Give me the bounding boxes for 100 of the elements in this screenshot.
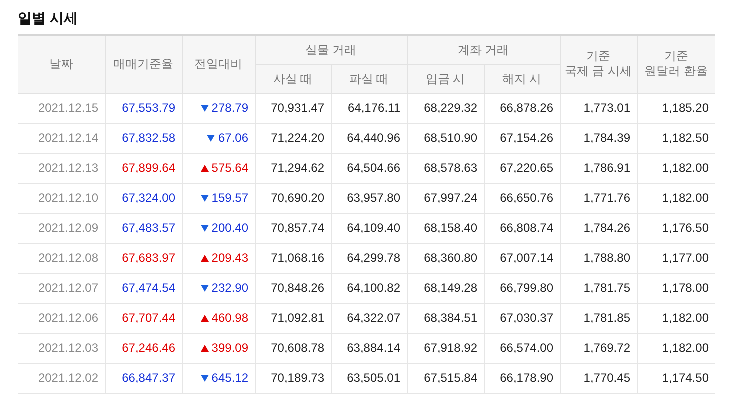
price-cell: 70,848.26 [255, 273, 331, 303]
price-cell: 1,176.50 [637, 213, 715, 243]
date-cell: 2021.12.10 [18, 183, 105, 213]
column-header: 날짜 [18, 35, 105, 93]
price-cell: 70,608.78 [255, 333, 331, 363]
price-cell: 1,784.26 [560, 213, 637, 243]
column-header: 전일대비 [182, 35, 255, 93]
price-cell: 1,769.72 [560, 333, 637, 363]
up-triangle-icon [200, 164, 209, 172]
price-cell: 1,174.50 [637, 363, 715, 393]
date-cell: 2021.12.13 [18, 153, 105, 183]
change-value: 460.98 [212, 310, 248, 328]
change-value: 67.06 [218, 130, 248, 148]
change-value: 209.43 [212, 250, 248, 268]
price-cell: 68,158.40 [407, 213, 484, 243]
price-cell: 1,182.50 [637, 123, 715, 153]
price-cell: 1,182.00 [637, 153, 715, 183]
price-cell: 63,505.01 [331, 363, 407, 393]
rate-cell: 67,832.58 [105, 123, 182, 153]
price-cell: 1,771.76 [560, 183, 637, 213]
price-cell: 68,149.28 [407, 273, 484, 303]
price-cell: 1,182.00 [637, 333, 715, 363]
rate-cell: 67,683.97 [105, 243, 182, 273]
rate-cell: 67,899.64 [105, 153, 182, 183]
up-triangle-icon [200, 344, 209, 352]
price-cell: 67,030.37 [484, 303, 560, 333]
down-triangle-icon [200, 284, 209, 292]
price-cell: 1,781.85 [560, 303, 637, 333]
date-cell: 2021.12.15 [18, 93, 105, 123]
price-cell: 64,176.11 [331, 93, 407, 123]
price-cell: 71,294.62 [255, 153, 331, 183]
price-cell: 67,918.92 [407, 333, 484, 363]
change-value: 232.90 [212, 280, 248, 298]
price-cell: 1,770.45 [560, 363, 637, 393]
price-cell: 67,997.24 [407, 183, 484, 213]
column-header: 파실 때 [331, 64, 407, 93]
rate-cell: 67,324.00 [105, 183, 182, 213]
price-cell: 64,109.40 [331, 213, 407, 243]
change-value: 645.12 [212, 370, 248, 388]
date-cell: 2021.12.03 [18, 333, 105, 363]
price-cell: 1,784.39 [560, 123, 637, 153]
price-cell: 63,957.80 [331, 183, 407, 213]
date-cell: 2021.12.14 [18, 123, 105, 153]
price-cell: 70,690.20 [255, 183, 331, 213]
price-cell: 66,878.26 [484, 93, 560, 123]
price-cell: 70,931.47 [255, 93, 331, 123]
price-cell: 66,799.80 [484, 273, 560, 303]
price-cell: 1,781.75 [560, 273, 637, 303]
price-cell: 67,154.26 [484, 123, 560, 153]
price-cell: 1,788.80 [560, 243, 637, 273]
price-cell: 68,578.63 [407, 153, 484, 183]
rate-cell: 67,707.44 [105, 303, 182, 333]
price-cell: 1,182.00 [637, 303, 715, 333]
column-header: 사실 때 [255, 64, 331, 93]
column-header: 기준 국제 금 시세 [560, 35, 637, 93]
down-triangle-icon [200, 374, 209, 382]
column-header: 기준 원달러 환율 [637, 35, 715, 93]
price-cell: 68,384.51 [407, 303, 484, 333]
price-cell: 64,322.07 [331, 303, 407, 333]
rate-cell: 67,483.57 [105, 213, 182, 243]
date-cell: 2021.12.07 [18, 273, 105, 303]
column-group-header: 계좌 거래 [407, 35, 560, 64]
price-cell: 68,510.90 [407, 123, 484, 153]
change-value: 200.40 [212, 220, 248, 238]
price-cell: 71,068.16 [255, 243, 331, 273]
rate-cell: 67,474.54 [105, 273, 182, 303]
price-cell: 71,224.20 [255, 123, 331, 153]
date-cell: 2021.12.02 [18, 363, 105, 393]
change-value: 278.79 [212, 100, 248, 118]
rate-cell: 67,553.79 [105, 93, 182, 123]
down-triangle-icon [207, 134, 216, 142]
price-cell: 68,229.32 [407, 93, 484, 123]
price-cell: 64,299.78 [331, 243, 407, 273]
price-cell: 1,773.01 [560, 93, 637, 123]
change-value: 399.09 [212, 340, 248, 358]
column-header: 매매기준율 [105, 35, 182, 93]
column-group-header: 실물 거래 [255, 35, 407, 64]
change-value: 575.64 [212, 160, 248, 178]
down-triangle-icon [200, 104, 209, 112]
price-cell: 68,360.80 [407, 243, 484, 273]
price-cell: 71,092.81 [255, 303, 331, 333]
price-cell: 1,786.91 [560, 153, 637, 183]
price-cell: 67,515.84 [407, 363, 484, 393]
section-title: 일별 시세 [18, 10, 79, 26]
date-cell: 2021.12.08 [18, 243, 105, 273]
column-header: 해지 시 [484, 64, 560, 93]
down-triangle-icon [200, 194, 209, 202]
price-cell: 63,884.14 [331, 333, 407, 363]
rate-cell: 67,246.46 [105, 333, 182, 363]
up-triangle-icon [200, 254, 209, 262]
up-triangle-icon [200, 314, 209, 322]
down-triangle-icon [200, 224, 209, 232]
price-cell: 66,650.76 [484, 183, 560, 213]
change-value: 159.57 [212, 190, 248, 208]
price-cell: 67,007.14 [484, 243, 560, 273]
date-cell: 2021.12.09 [18, 213, 105, 243]
price-cell: 66,574.00 [484, 333, 560, 363]
rate-cell: 66,847.37 [105, 363, 182, 393]
price-cell: 64,100.82 [331, 273, 407, 303]
price-cell: 1,177.00 [637, 243, 715, 273]
